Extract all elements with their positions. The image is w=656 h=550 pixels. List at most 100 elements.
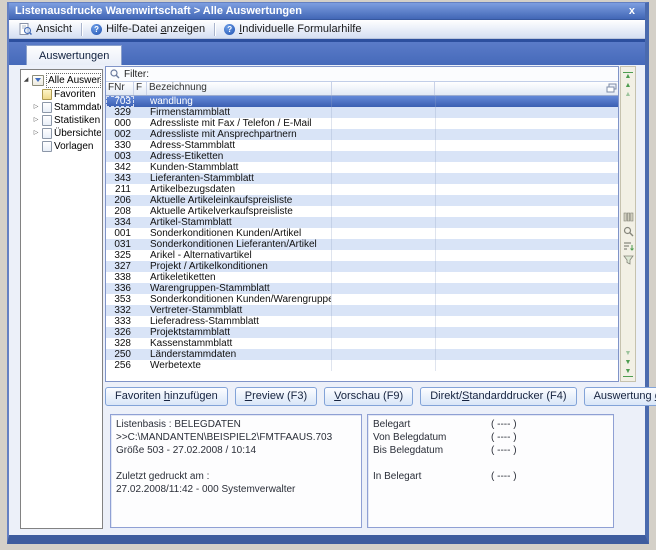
table-row[interactable]: 326 Projektstammblatt <box>106 327 618 338</box>
report-parameters-panel: Belegart( ---- )Von Belegdatum( ---- )Bi… <box>367 414 614 528</box>
tree-item-übersichten[interactable]: ▷Übersichten <box>22 127 101 140</box>
scroll-down-page-icon[interactable]: ▼ <box>623 350 633 358</box>
table-row[interactable]: 353Sonderkonditionen Kunden/Warengruppe <box>106 294 618 305</box>
cell-f <box>134 184 147 195</box>
print-report-button[interactable]: Auswertung drucken <box>584 387 656 406</box>
vorschau-f9-button[interactable]: Vorschau (F9) <box>324 387 413 406</box>
table-row[interactable]: 330Adress-Stammblatt <box>106 140 618 151</box>
column-header-f[interactable]: F <box>134 82 147 95</box>
column-chooser-icon[interactable] <box>606 83 617 93</box>
tree-item-vorlagen[interactable]: Vorlagen <box>22 140 101 153</box>
columns-icon[interactable] <box>623 212 634 222</box>
cell-bezeichnung: Kassenstammblatt <box>147 338 332 349</box>
ansicht-button[interactable]: Ansicht <box>13 22 78 36</box>
tree-item-favoriten[interactable]: Favoriten <box>22 88 101 101</box>
favorites-icon <box>42 89 52 100</box>
cell-f <box>134 261 147 272</box>
tree-expanded-icon[interactable]: ◢ <box>22 74 30 87</box>
app-window: Listenausdrucke Warenwirtschaft > Alle A… <box>7 2 649 544</box>
table-row[interactable]: 338Artikeletiketten <box>106 272 618 283</box>
scroll-down-group: ▼ ▼ ▼ <box>621 350 635 377</box>
form-help-button[interactable]: ? Individuelle Formularhilfe <box>218 22 367 36</box>
tree-expander-icon[interactable]: ▷ <box>32 101 40 114</box>
table-row[interactable]: 343Lieferanten-Stammblatt <box>106 173 618 184</box>
table-row[interactable]: 031Sonderkonditionen Lieferanten/Artikel <box>106 239 618 250</box>
search-icon <box>110 69 120 79</box>
scroll-to-top-icon[interactable]: ▲ <box>623 72 633 81</box>
cell-bezeichnung: Artikel-Stammblatt <box>147 217 332 228</box>
cell-f <box>134 217 147 228</box>
parameter-value: ( ---- ) <box>491 444 517 457</box>
scroll-up-icon[interactable]: ▲ <box>623 82 633 90</box>
close-icon[interactable]: x <box>625 5 639 17</box>
table-row[interactable]: 332Vertreter-Stammblatt <box>106 305 618 316</box>
tree-expander-icon[interactable]: ▷ <box>32 114 40 127</box>
tree-item-alle-auswertungen[interactable]: ◢ Alle Auswertungen <box>22 73 101 88</box>
table-row[interactable]: 211Artikelbezugsdaten <box>106 184 618 195</box>
help-file-button[interactable]: ? Hilfe-Datei anzeigen <box>85 22 211 36</box>
cell-filler <box>436 206 618 217</box>
cell-empty <box>332 272 436 283</box>
table-row[interactable]: 325Arikel - Alternativartikel <box>106 250 618 261</box>
preview-page-icon <box>19 23 32 35</box>
table-row[interactable]: 256Werbetexte <box>106 360 618 371</box>
table-row[interactable]: 329Firmenstammblatt <box>106 107 618 118</box>
cell-bezeichnung: Aktuelle Artikelverkaufspreisliste <box>147 206 332 217</box>
toolbar-separator <box>81 23 82 36</box>
table-row[interactable]: 703wandlung <box>106 96 618 107</box>
cell-fnr: 334 <box>106 217 134 228</box>
table-row[interactable]: 206Aktuelle Artikeleinkaufspreisliste <box>106 195 618 206</box>
table-row[interactable]: 208Aktuelle Artikelverkaufspreisliste <box>106 206 618 217</box>
table-row[interactable]: 250Länderstammdaten <box>106 349 618 360</box>
cell-fnr: 002 <box>106 129 134 140</box>
scroll-to-bottom-icon[interactable]: ▼ <box>623 368 633 377</box>
cell-f <box>134 118 147 129</box>
search-icon[interactable] <box>623 226 634 237</box>
cell-fnr: 000 <box>106 118 134 129</box>
table-row[interactable]: 002Adressliste mit Ansprechpartnern <box>106 129 618 140</box>
tree-item-stammdaten[interactable]: ▷Stammdaten <box>22 101 101 114</box>
table-row[interactable]: 001Sonderkonditionen Kunden/Artikel <box>106 228 618 239</box>
add-favorites-button[interactable]: Favoriten hinzufügen <box>105 387 228 406</box>
table-row[interactable]: 328Kassenstammblatt <box>106 338 618 349</box>
table-row[interactable]: 342Kunden-Stammblatt <box>106 162 618 173</box>
filter-funnel-icon[interactable] <box>623 255 634 265</box>
cell-bezeichnung: Sonderkonditionen Lieferanten/Artikel <box>147 239 332 250</box>
tree-item-statistiken[interactable]: ▷Statistiken <box>22 114 101 127</box>
cell-empty <box>332 239 436 250</box>
parameter-row: Belegart( ---- ) <box>373 418 608 431</box>
table-row[interactable]: 327Projekt / Artikelkonditionen <box>106 261 618 272</box>
grid-filter-row[interactable]: Filter: <box>106 67 618 82</box>
column-header-empty[interactable] <box>332 82 435 95</box>
direct-printer-f4-button[interactable]: Direkt/Standarddrucker (F4) <box>420 387 576 406</box>
tree-children: Favoriten▷Stammdaten▷Statistiken▷Übersic… <box>22 88 101 153</box>
cell-bezeichnung: Adress-Etiketten <box>147 151 332 162</box>
column-header-fnr[interactable]: FNr <box>106 82 134 95</box>
cell-bezeichnung: Sonderkonditionen Kunden/Artikel <box>147 228 332 239</box>
cell-filler <box>436 140 618 151</box>
preview-f3-button[interactable]: Preview (F3) <box>235 387 317 406</box>
cell-empty <box>332 140 436 151</box>
cell-fnr: 326 <box>106 327 134 338</box>
cell-empty <box>332 118 436 129</box>
table-row[interactable]: 336Warengruppen-Stammblatt <box>106 283 618 294</box>
tab-auswertungen[interactable]: Auswertungen <box>26 45 122 65</box>
cell-filler <box>436 261 618 272</box>
table-row[interactable]: 000Adressliste mit Fax / Telefon / E-Mai… <box>106 118 618 129</box>
table-row[interactable]: 003Adress-Etiketten <box>106 151 618 162</box>
scroll-up-page-icon[interactable]: ▲ <box>623 91 633 99</box>
cell-f <box>134 327 147 338</box>
column-header-bezeichnung[interactable]: Bezeichnung <box>147 82 332 95</box>
report-info-panel: Listenbasis : BELEGDATEN>>C:\MANDANTEN\B… <box>110 414 362 528</box>
scroll-down-icon[interactable]: ▼ <box>623 359 633 367</box>
filter-folder-icon <box>32 75 44 86</box>
sort-icon[interactable] <box>623 241 634 251</box>
folder-page-icon <box>42 102 52 113</box>
tree-expander-icon[interactable]: ▷ <box>32 127 40 140</box>
table-row[interactable]: 334 Artikel-Stammblatt <box>106 217 618 228</box>
cell-empty <box>332 261 436 272</box>
cell-filler <box>436 272 618 283</box>
cell-bezeichnung: Projektstammblatt <box>147 327 332 338</box>
table-row[interactable]: 333Lieferadress-Stammblatt <box>106 316 618 327</box>
info-line: >>C:\MANDANTEN\BEISPIEL2\FMTFAAUS.703 <box>116 431 356 444</box>
